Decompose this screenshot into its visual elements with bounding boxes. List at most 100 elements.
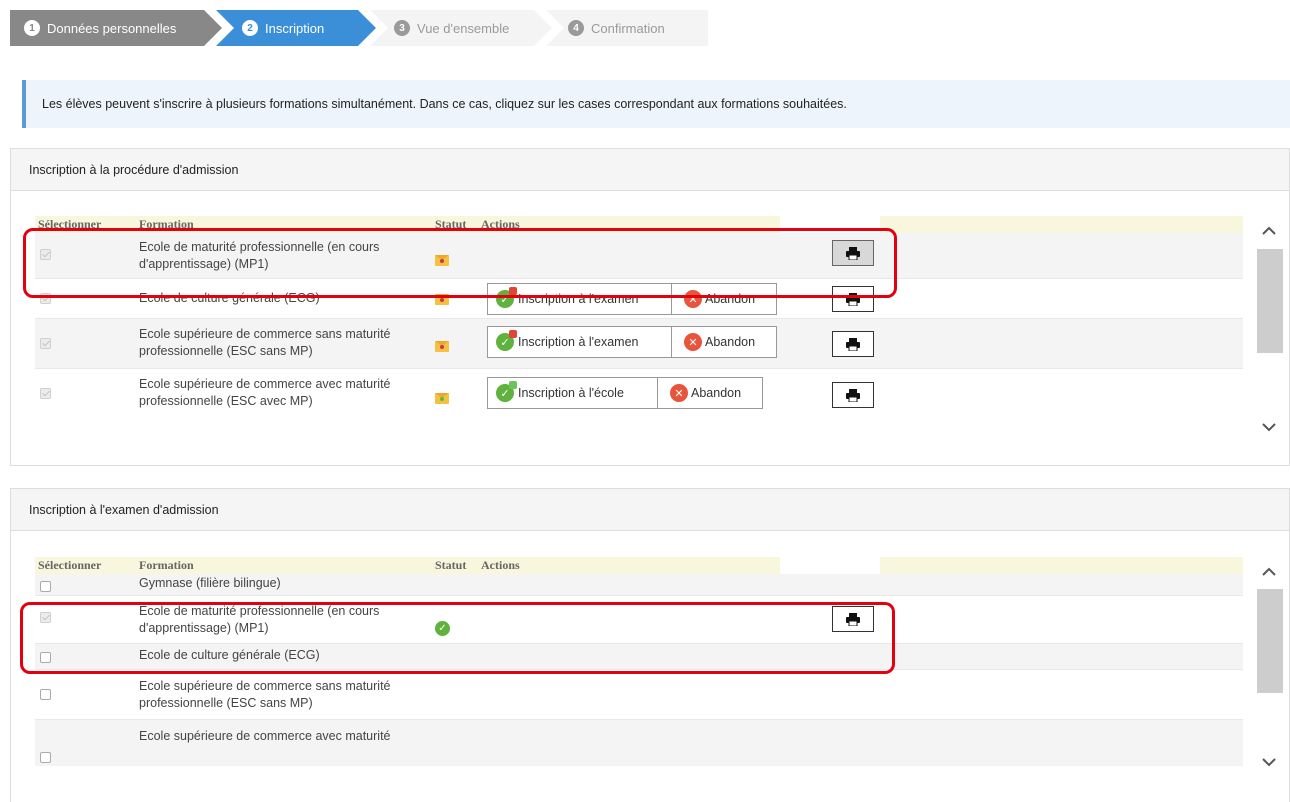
step-number: 4: [568, 20, 584, 36]
formation-name: Ecole supérieure de commerce sans maturi…: [139, 327, 391, 358]
row-checkbox[interactable]: [40, 652, 51, 663]
formation-name: Ecole de maturité professionnelle (en co…: [139, 240, 380, 271]
step-overview[interactable]: 3 Vue d'ensemble: [370, 10, 552, 46]
header-select: Sélectionner: [38, 558, 102, 572]
cancel-icon: ✕: [670, 384, 688, 402]
row-checkbox: [40, 249, 51, 260]
row-checkbox: [40, 338, 51, 349]
step-personal-data[interactable]: 1 Données personnelles: [10, 10, 222, 46]
table-scrollbar[interactable]: [1253, 216, 1283, 444]
table-row: Ecole de culture générale (ECG): [35, 644, 1243, 670]
step-label: Données personnelles: [47, 20, 177, 36]
printer-icon: [846, 337, 860, 351]
formation-name: Ecole supérieure de commerce avec maturi…: [139, 729, 391, 743]
panel-title-text: Inscription à la procédure d'admission: [29, 162, 239, 177]
table-row: Ecole de culture générale (ECG) ✓ Inscri…: [35, 279, 1243, 319]
table-row: Ecole supérieure de commerce sans maturi…: [35, 319, 1243, 369]
print-button[interactable]: [832, 286, 874, 312]
header-gap: [780, 557, 880, 574]
envelope-green-icon: [435, 393, 449, 405]
check-circle-icon: ✓: [435, 621, 450, 636]
row-checkbox[interactable]: [40, 581, 51, 592]
row-checkbox: [40, 612, 51, 623]
header-formation: Formation: [139, 217, 194, 231]
button-label: Inscription à l'examen: [518, 292, 639, 306]
action-button-group: ✓ Inscription à l'école ✕ Abandon: [487, 377, 763, 409]
header-actions: Actions: [481, 558, 520, 572]
table-header: Sélectionner Formation Statut Actions: [35, 216, 1243, 233]
printer-icon: [846, 292, 860, 306]
scrollbar-thumb[interactable]: [1257, 589, 1283, 693]
formation-name: Ecole supérieure de commerce sans maturi…: [139, 679, 391, 710]
check-add-icon: ✓: [496, 381, 517, 402]
row-checkbox: [40, 388, 51, 399]
button-label: Inscription à l'école: [518, 386, 624, 400]
chevron-up-icon[interactable]: [1261, 567, 1277, 579]
step-label: Inscription: [265, 20, 325, 36]
printer-icon: [846, 612, 860, 626]
table-row: Ecole supérieure de commerce sans maturi…: [35, 670, 1243, 720]
formation-name: Ecole de culture générale (ECG): [139, 648, 320, 662]
header-status: Statut: [435, 217, 467, 231]
procedure-admission-panel: Inscription à la procédure d'admission S…: [10, 148, 1290, 466]
chevron-down-icon[interactable]: [1261, 757, 1277, 769]
table-row: Ecole supérieure de commerce avec maturi…: [35, 369, 1243, 411]
abandon-button[interactable]: ✕ Abandon: [672, 327, 776, 357]
formation-name: Gymnase (filière bilingue): [139, 576, 281, 590]
register-school-button[interactable]: ✓ Inscription à l'école: [488, 378, 658, 408]
exam-admission-panel: Inscription à l'examen d'admission Sélec…: [10, 488, 1290, 802]
action-button-group: ✓ Inscription à l'examen ✕ Abandon: [487, 326, 777, 358]
step-number: 2: [242, 20, 258, 36]
print-button[interactable]: [832, 606, 874, 632]
step-number: 3: [394, 20, 410, 36]
print-button[interactable]: [832, 331, 874, 357]
step-confirmation[interactable]: 4 Confirmation: [546, 10, 708, 46]
button-label: Abandon: [705, 292, 756, 306]
button-label: Abandon: [691, 386, 742, 400]
button-label: Abandon: [705, 335, 756, 349]
wizard-stepper: 1 Données personnelles 2 Inscription 3 V…: [10, 10, 710, 46]
cancel-icon: ✕: [684, 333, 702, 351]
step-number: 1: [24, 20, 40, 36]
step-label: Vue d'ensemble: [417, 20, 510, 36]
step-inscription[interactable]: 2 Inscription: [216, 10, 376, 46]
row-checkbox: [40, 293, 51, 304]
header-status: Statut: [435, 558, 467, 572]
info-text: Les élèves peuvent s'inscrire à plusieur…: [42, 97, 847, 111]
info-message: Les élèves peuvent s'inscrire à plusieur…: [22, 80, 1290, 128]
print-button[interactable]: [832, 382, 874, 408]
envelope-red-icon: [435, 341, 449, 353]
table-scrollbar[interactable]: [1253, 557, 1283, 785]
chevron-down-icon[interactable]: [1261, 422, 1277, 434]
row-checkbox[interactable]: [40, 689, 51, 700]
action-button-group: ✓ Inscription à l'examen ✕ Abandon: [487, 283, 777, 315]
table-row: Ecole de maturité professionnelle (en co…: [35, 596, 1243, 644]
check-add-icon: ✓: [496, 287, 517, 308]
register-exam-button[interactable]: ✓ Inscription à l'examen: [488, 284, 672, 314]
table-row: Ecole supérieure de commerce avec maturi…: [35, 720, 1243, 766]
header-actions: Actions: [481, 217, 520, 231]
row-checkbox[interactable]: [40, 752, 51, 763]
check-add-icon: ✓: [496, 330, 517, 351]
table-header: Sélectionner Formation Statut Actions: [35, 557, 1243, 574]
button-label: Inscription à l'examen: [518, 335, 639, 349]
table-row: Gymnase (filière bilingue): [35, 574, 1243, 596]
header-gap: [780, 216, 880, 233]
scrollbar-thumb[interactable]: [1257, 249, 1283, 353]
print-button[interactable]: [832, 240, 874, 266]
register-exam-button[interactable]: ✓ Inscription à l'examen: [488, 327, 672, 357]
header-select: Sélectionner: [38, 217, 102, 231]
panel-title: Inscription à l'examen d'admission: [11, 489, 1289, 531]
chevron-up-icon[interactable]: [1261, 226, 1277, 238]
cancel-icon: ✕: [684, 290, 702, 308]
formation-name: Ecole supérieure de commerce avec maturi…: [139, 377, 391, 408]
printer-icon: [846, 388, 860, 402]
abandon-button[interactable]: ✕ Abandon: [672, 284, 776, 314]
envelope-red-icon: [435, 255, 449, 267]
abandon-button[interactable]: ✕ Abandon: [658, 378, 762, 408]
envelope-red-icon: [435, 294, 449, 306]
header-formation: Formation: [139, 558, 194, 572]
formation-name: Ecole de maturité professionnelle (en co…: [139, 604, 380, 635]
formation-name: Ecole de culture générale (ECG): [139, 291, 320, 305]
table-row: Ecole de maturité professionnelle (en co…: [35, 233, 1243, 279]
